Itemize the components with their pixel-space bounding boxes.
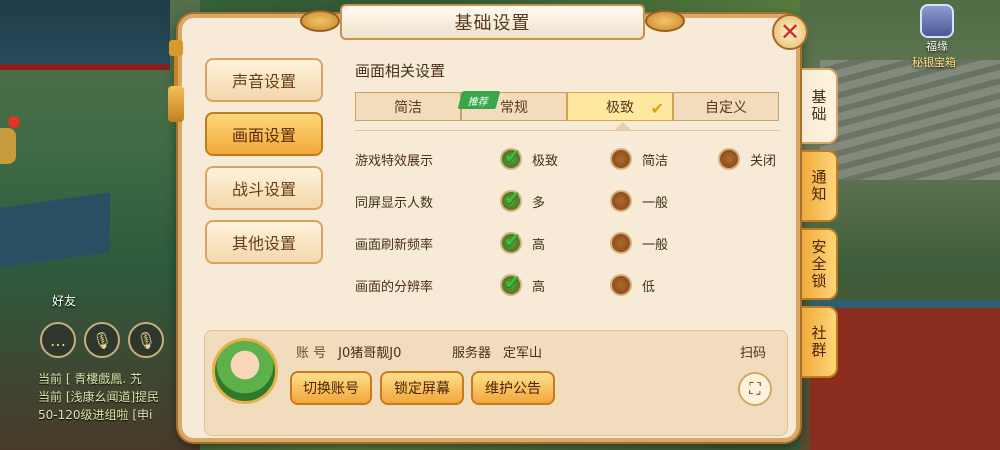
radio-option[interactable]: 高 <box>500 228 546 254</box>
option-label: 关闭 <box>750 153 777 169</box>
quality-tab-normal[interactable]: 推荐 常规 <box>457 91 567 121</box>
switch-account-button[interactable]: 切换账号 <box>290 371 372 405</box>
radio-unchecked-icon[interactable] <box>610 190 632 212</box>
option-label: 高 <box>532 237 546 253</box>
setting-row-effects: 游戏特效展示 极致 简洁 关闭 <box>355 144 785 174</box>
tab-pointer <box>615 122 631 130</box>
radio-option[interactable]: 高 <box>500 270 546 296</box>
account-key: 账 号 <box>296 346 327 361</box>
option-label: 简洁 <box>642 153 669 169</box>
treasure-chest-icon <box>920 4 954 38</box>
setting-label: 画面刷新频率 <box>355 237 434 253</box>
microphone-team-icon[interactable]: 🎙 <box>128 322 164 358</box>
scan-icon: ⛶ <box>749 379 761 398</box>
option-label: 高 <box>532 279 546 295</box>
dialog-titlebar: 基础设置 <box>340 4 645 40</box>
menu-item-other[interactable]: 其他设置 <box>205 220 323 264</box>
side-tab-security-lock[interactable]: 安全锁 <box>802 228 838 300</box>
option-label: 低 <box>642 279 656 295</box>
radio-option[interactable]: 一般 <box>610 190 668 212</box>
background-roof <box>0 0 170 70</box>
radio-unchecked-icon[interactable] <box>610 148 632 170</box>
dialog-title: 基础设置 <box>454 13 531 34</box>
radio-option[interactable]: 低 <box>610 274 655 296</box>
treasure-chest-button[interactable]: 福缘 秘银宝箱 <box>912 4 962 70</box>
server-info: 服务器 定军山 <box>452 342 542 361</box>
scan-label: 扫码 <box>740 346 767 361</box>
avatar[interactable] <box>212 338 278 404</box>
radio-option[interactable]: 关闭 <box>718 148 776 170</box>
account-info: 账 号 J0猪哥靓J0 <box>296 342 401 361</box>
side-tab-notify[interactable]: 通知 <box>802 150 838 222</box>
menu-item-graphics[interactable]: 画面设置 <box>205 112 323 156</box>
treasure-line1: 福缘 <box>926 40 948 53</box>
option-label: 多 <box>532 195 546 211</box>
maintenance-notice-button[interactable]: 维护公告 <box>471 371 555 405</box>
graphics-panel: 画面相关设置 简洁 推荐 常规 极致 ✔ 自定义 游戏特效展示 极致 简洁 <box>345 48 790 326</box>
quality-tab-label: 极致 <box>606 99 634 116</box>
treasure-line2: 秘银宝箱 <box>912 56 956 69</box>
close-button[interactable]: ✕ <box>772 14 808 50</box>
recommend-badge: 推荐 <box>457 91 501 109</box>
setting-row-resolution: 画面的分辨率 高 低 <box>355 270 785 300</box>
quality-tab-simple[interactable]: 简洁 <box>355 92 461 121</box>
option-label: 一般 <box>642 237 669 253</box>
side-tab-community[interactable]: 社群 <box>802 306 838 378</box>
notification-dot <box>8 116 20 128</box>
close-icon: ✕ <box>779 18 801 46</box>
scan-button[interactable]: ⛶ <box>738 372 772 406</box>
setting-label: 画面的分辨率 <box>355 279 434 295</box>
side-tab-basic[interactable]: 基础 <box>802 68 838 144</box>
title-ornament-right <box>645 10 685 32</box>
lock-screen-button[interactable]: 锁定屏幕 <box>380 371 464 405</box>
radio-option[interactable]: 多 <box>500 186 546 212</box>
menu-item-battle[interactable]: 战斗设置 <box>205 166 323 210</box>
radio-checked-icon[interactable] <box>500 228 522 254</box>
quality-tab-custom[interactable]: 自定义 <box>673 92 779 121</box>
option-label: 一般 <box>642 195 669 211</box>
radio-checked-icon[interactable] <box>500 144 522 170</box>
quality-tab-label: 简洁 <box>394 99 422 116</box>
setting-row-players: 同屏显示人数 多 一般 <box>355 186 785 216</box>
server-key: 服务器 <box>452 346 492 361</box>
section-title: 画面相关设置 <box>355 62 446 80</box>
quality-tab-label: 常规 <box>500 99 528 116</box>
title-ornament-left <box>300 10 340 32</box>
radio-unchecked-icon[interactable] <box>610 232 632 254</box>
chat-bubble-icon[interactable]: … <box>40 322 76 358</box>
friend-label[interactable]: 好友 <box>52 292 76 309</box>
expand-arrow-icon[interactable] <box>0 128 16 164</box>
settings-menu: 声音设置 画面设置 战斗设置 其他设置 <box>205 58 323 274</box>
option-label: 极致 <box>532 153 559 169</box>
quality-tabs: 简洁 推荐 常规 极致 ✔ 自定义 <box>355 91 779 121</box>
server-value: 定军山 <box>503 346 543 361</box>
quality-tab-label: 自定义 <box>705 99 747 116</box>
radio-option[interactable]: 极致 <box>500 144 559 170</box>
radio-unchecked-icon[interactable] <box>610 274 632 296</box>
background-stairs <box>820 60 1000 180</box>
radio-checked-icon[interactable] <box>500 270 522 296</box>
tassel-decoration <box>168 40 184 140</box>
setting-row-refresh: 画面刷新频率 高 一般 <box>355 228 785 258</box>
check-icon: ✔ <box>650 99 664 118</box>
radio-unchecked-icon[interactable] <box>718 148 740 170</box>
setting-label: 游戏特效展示 <box>355 153 434 169</box>
setting-label: 同屏显示人数 <box>355 195 434 211</box>
radio-option[interactable]: 一般 <box>610 232 668 254</box>
microphone-icon[interactable]: 🎙 <box>84 322 120 358</box>
radio-checked-icon[interactable] <box>500 186 522 212</box>
chat-toolbar: … 🎙 🎙 <box>40 322 164 358</box>
radio-option[interactable]: 简洁 <box>610 148 668 170</box>
divider <box>355 130 780 131</box>
account-value: J0猪哥靓J0 <box>338 346 402 361</box>
background-gate <box>810 300 1000 450</box>
quality-tab-ultra[interactable]: 极致 ✔ <box>567 92 673 121</box>
menu-item-sound[interactable]: 声音设置 <box>205 58 323 102</box>
